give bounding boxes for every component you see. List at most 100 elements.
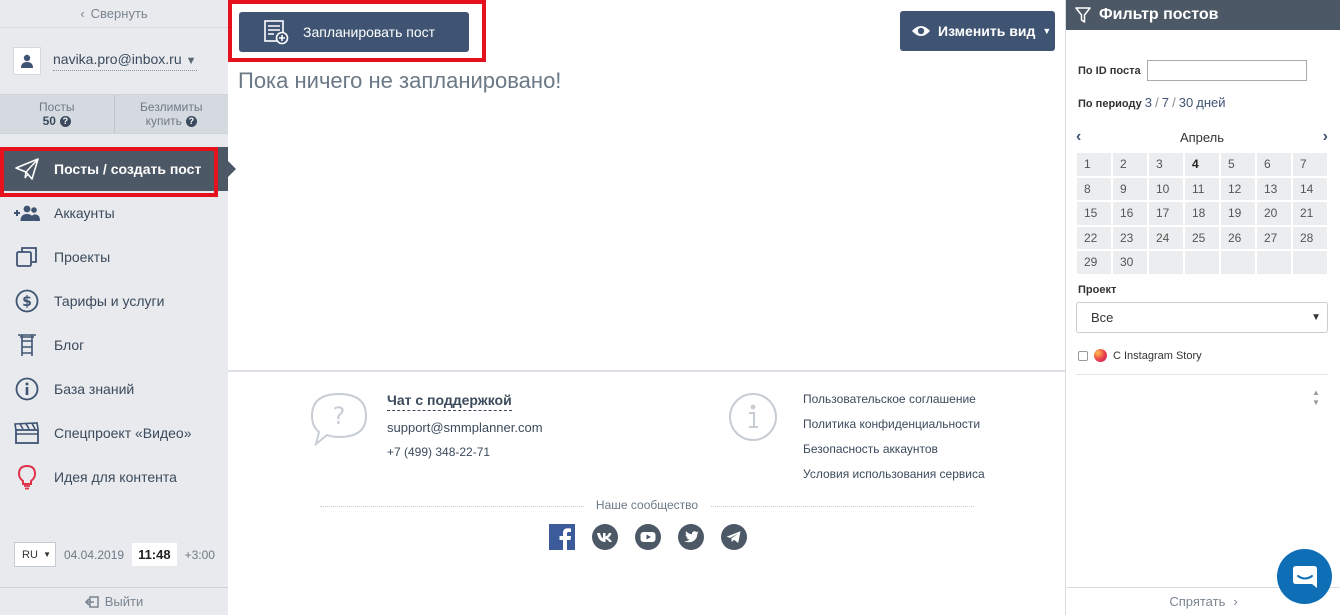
service-terms-link[interactable]: Условия использования сервиса <box>803 467 985 492</box>
period-30-link[interactable]: 30 <box>1179 95 1193 110</box>
sidebar-item-content-idea[interactable]: Идея для контента <box>0 455 228 499</box>
period-7-link[interactable]: 7 <box>1162 95 1169 110</box>
calendar-day[interactable]: 11 <box>1184 176 1220 201</box>
posts-stat[interactable]: Посты 50? <box>0 95 114 133</box>
calendar-day[interactable]: 20 <box>1256 201 1292 226</box>
calendar-day[interactable]: 18 <box>1184 201 1220 226</box>
sidebar-item-projects[interactable]: Проекты <box>0 235 228 279</box>
calendar-day[interactable]: 27 <box>1256 225 1292 250</box>
calendar-day[interactable]: 7 <box>1292 152 1328 177</box>
timezone: +3:00 <box>184 547 215 562</box>
sidebar-item-blog[interactable]: Блог <box>0 323 228 367</box>
footer-links: Пользовательское соглашение Политика кон… <box>803 392 985 492</box>
schedule-post-button[interactable]: Запланировать пост <box>239 12 469 52</box>
calendar-day[interactable]: 12 <box>1220 176 1256 201</box>
period-3-link[interactable]: 3 <box>1145 95 1152 110</box>
help-icon[interactable]: ? <box>185 116 197 128</box>
sidebar-item-tariffs[interactable]: $ Тарифы и услуги <box>0 279 228 323</box>
sidebar-item-posts[interactable]: Посты / создать пост <box>0 147 236 191</box>
footer: ? Чат с поддержкой support@smmplanner.co… <box>228 372 1065 615</box>
calendar-day[interactable]: 28 <box>1292 225 1328 250</box>
sidebar-item-video[interactable]: Спецпроект «Видео» <box>0 411 228 455</box>
buy-link[interactable]: купить <box>146 114 182 128</box>
calendar-day[interactable]: 23 <box>1112 225 1148 250</box>
calendar-day[interactable]: 30 <box>1112 250 1148 275</box>
info-icon <box>729 393 777 441</box>
calendar-day[interactable]: 13 <box>1256 176 1292 201</box>
calendar-day[interactable]: 14 <box>1292 176 1328 201</box>
speech-bubble-icon: ? <box>310 392 368 446</box>
change-view-label: Изменить вид <box>938 23 1036 39</box>
calendar-add-icon <box>264 20 289 45</box>
avatar <box>13 47 41 75</box>
privacy-link[interactable]: Политика конфиденциальности <box>803 417 985 442</box>
project-label: Проект <box>1078 284 1117 296</box>
sidebar-item-label: Идея для контента <box>54 469 177 485</box>
calendar-day[interactable]: 24 <box>1148 225 1184 250</box>
period-unit: дней <box>1196 95 1226 110</box>
instagram-story-filter[interactable]: С Instagram Story <box>1078 349 1202 362</box>
chevron-down-icon: ▼ <box>185 55 197 67</box>
sidebar-item-label: Посты / создать пост <box>54 161 202 177</box>
logout-label: Выйти <box>104 594 144 609</box>
calendar-day[interactable]: 26 <box>1220 225 1256 250</box>
calendar-grid: 1 2 3 4 5 6 7 8 9 10 11 12 13 14 15 16 17 18 19 20 21 22 23 24 2… <box>1076 152 1328 275</box>
youtube-icon[interactable] <box>635 524 661 550</box>
calendar-day[interactable]: 5 <box>1220 152 1256 177</box>
chevron-down-icon: ▼ <box>1311 312 1321 323</box>
calendar-day[interactable]: 9 <box>1112 176 1148 201</box>
paper-plane-icon <box>14 156 40 182</box>
calendar-day[interactable]: 16 <box>1112 201 1148 226</box>
calendar-day[interactable]: 29 <box>1076 250 1112 275</box>
calendar-day[interactable]: 8 <box>1076 176 1112 201</box>
project-select-value: Все <box>1091 310 1114 325</box>
account-security-link[interactable]: Безопасность аккаунтов <box>803 442 985 467</box>
calendar-day[interactable]: 1 <box>1076 152 1112 177</box>
community-heading: Наше сообщество <box>320 498 974 512</box>
unlimited-stat[interactable]: Безлимиты купить? <box>113 95 229 133</box>
change-view-button[interactable]: Изменить вид ▼ <box>900 11 1055 51</box>
calendar-day[interactable]: 22 <box>1076 225 1112 250</box>
terms-link[interactable]: Пользовательское соглашение <box>803 392 985 417</box>
sidebar-item-label: Проекты <box>54 249 111 265</box>
calendar-day[interactable]: 2 <box>1112 152 1148 177</box>
sidebar-item-knowledge[interactable]: База знаний <box>0 367 228 411</box>
clapperboard-icon <box>14 420 40 446</box>
language-select[interactable]: RU ▼ <box>14 542 56 567</box>
calendar-day[interactable]: 3 <box>1148 152 1184 177</box>
facebook-icon[interactable] <box>549 524 575 550</box>
chevron-right-icon[interactable]: › <box>1323 128 1328 146</box>
calendar-day[interactable]: 10 <box>1148 176 1184 201</box>
calendar-day[interactable]: 4 <box>1184 152 1220 177</box>
user-email[interactable]: navika.pro@inbox.ru ▼ <box>53 51 197 71</box>
help-icon[interactable]: ? <box>59 116 71 128</box>
collapse-sidebar-button[interactable]: ‹ Свернуть <box>0 0 228 28</box>
sidebar-item-label: Спецпроект «Видео» <box>54 425 192 441</box>
twitter-icon[interactable] <box>678 524 704 550</box>
support-email[interactable]: support@smmplanner.com <box>387 420 543 435</box>
calendar-day[interactable]: 19 <box>1220 201 1256 226</box>
current-date: 04.04.2019 <box>64 547 125 562</box>
telegram-icon[interactable] <box>721 524 747 550</box>
sidebar-item-accounts[interactable]: Аккаунты <box>0 191 228 235</box>
calendar-day[interactable]: 25 <box>1184 225 1220 250</box>
social-links <box>549 524 747 550</box>
user-menu[interactable]: navika.pro@inbox.ru ▼ <box>0 28 228 94</box>
calendar-day[interactable]: 17 <box>1148 201 1184 226</box>
story-checkbox[interactable] <box>1078 350 1088 361</box>
support-chat-link[interactable]: Чат с поддержкой <box>387 392 512 411</box>
calendar-day[interactable]: 21 <box>1292 201 1328 226</box>
project-select[interactable]: Все ▼ <box>1076 302 1328 333</box>
chat-widget-button[interactable] <box>1277 549 1332 604</box>
vk-icon[interactable] <box>592 524 618 550</box>
post-id-input[interactable] <box>1146 60 1307 81</box>
calendar-day[interactable]: 15 <box>1076 201 1112 226</box>
calendar-empty-cell <box>1184 250 1220 275</box>
main-content: Запланировать пост Изменить вид ▼ Пока н… <box>228 0 1065 615</box>
logout-button[interactable]: Выйти <box>0 587 228 615</box>
calendar-empty-cell <box>1256 250 1292 275</box>
scroll-arrows-icon[interactable]: ▲ ▼ <box>1312 388 1320 408</box>
chevron-left-icon[interactable]: ‹ <box>1076 128 1081 146</box>
calendar-day[interactable]: 6 <box>1256 152 1292 177</box>
chevron-down-icon: ▼ <box>1042 26 1052 36</box>
